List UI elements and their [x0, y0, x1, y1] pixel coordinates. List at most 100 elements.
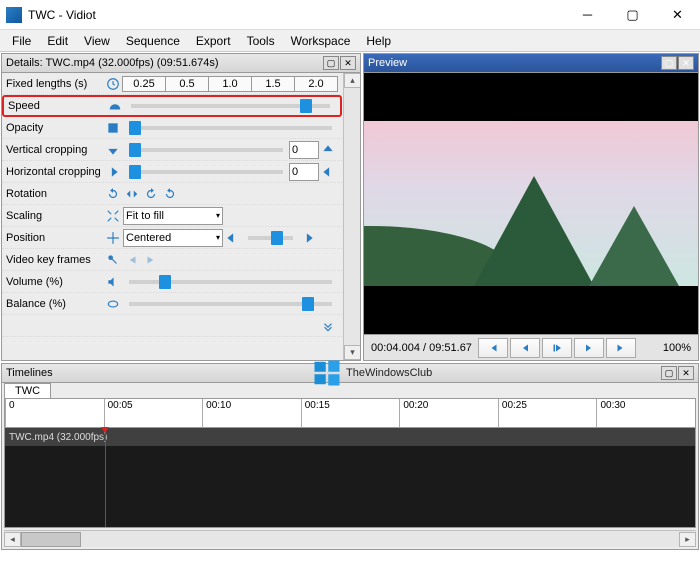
position-row: Position Centered▾: [2, 227, 342, 249]
vcrop-value[interactable]: [289, 141, 319, 159]
scale-icon[interactable]: [104, 207, 122, 225]
position-label: Position: [6, 232, 104, 244]
vcrop-label: Vertical cropping: [6, 144, 104, 156]
fixed-btn-4[interactable]: 2.0: [294, 76, 338, 92]
zoom-level: 100%: [659, 342, 695, 354]
scroll-up-icon[interactable]: ▴: [344, 73, 361, 88]
vcrop-row: Vertical cropping: [2, 139, 342, 161]
fixed-btn-3[interactable]: 1.5: [251, 76, 295, 92]
details-title: Details: TWC.mp4 (32.000fps) (09:51.674s…: [6, 57, 322, 69]
pane-close-icon[interactable]: ✕: [678, 366, 694, 380]
menu-workspace[interactable]: Workspace: [283, 34, 359, 48]
ruler-tick: 00:20: [399, 399, 498, 427]
window-title: TWC - Vidiot: [28, 8, 565, 22]
ruler-tick: 0: [5, 399, 104, 427]
volume-row: Volume (%): [2, 271, 342, 293]
transport-bar: 00:04.004 / 09:51.67 100%: [364, 334, 698, 360]
timecode: 00:04.004 / 09:51.67: [367, 342, 476, 354]
hcrop-label: Horizontal cropping: [6, 166, 104, 178]
ruler-tick: 00:30: [596, 399, 695, 427]
vcrop-top-slider[interactable]: [129, 148, 283, 152]
balance-slider[interactable]: [129, 302, 332, 306]
close-button[interactable]: ✕: [655, 0, 700, 30]
position-icon[interactable]: [104, 229, 122, 247]
volume-label: Volume (%): [6, 276, 104, 288]
position-slider[interactable]: [248, 236, 293, 240]
opacity-slider[interactable]: [129, 126, 332, 130]
expand-down-icon[interactable]: [319, 317, 337, 335]
video-viewport[interactable]: [364, 73, 698, 334]
pos-left-icon[interactable]: [223, 229, 241, 247]
menu-view[interactable]: View: [76, 34, 118, 48]
speed-slider[interactable]: [131, 104, 330, 108]
key-icon[interactable]: [104, 251, 122, 269]
flip-h-icon[interactable]: [123, 185, 141, 203]
chevron-down-icon: ▾: [216, 211, 220, 220]
speedometer-icon[interactable]: [106, 97, 124, 115]
menu-help[interactable]: Help: [358, 34, 399, 48]
more-row: [2, 315, 342, 337]
key-prev-icon[interactable]: [123, 251, 141, 269]
fixed-btn-2[interactable]: 1.0: [208, 76, 252, 92]
step-fwd-button[interactable]: [574, 338, 604, 358]
watermark-logo-icon: [312, 358, 342, 388]
menu-tools[interactable]: Tools: [239, 34, 283, 48]
fixed-btn-0[interactable]: 0.25: [122, 76, 166, 92]
left-arrow-icon[interactable]: [319, 163, 337, 181]
scaling-row: Scaling Fit to fill▾: [2, 205, 342, 227]
volume-slider[interactable]: [129, 280, 332, 284]
opacity-icon[interactable]: [104, 119, 122, 137]
key-next-icon[interactable]: [142, 251, 160, 269]
balance-icon[interactable]: [104, 295, 122, 313]
timeline-track[interactable]: TWC.mp4 (32.000fps): [4, 428, 696, 528]
timeline-hscroll[interactable]: ◂ ▸: [4, 530, 696, 547]
pos-right-icon[interactable]: [299, 229, 317, 247]
pane-close-icon[interactable]: ✕: [678, 56, 694, 70]
fixed-lengths-row: Fixed lengths (s) 0.25 0.5 1.0 1.5 2.0: [2, 73, 342, 95]
pane-max-icon[interactable]: ▢: [661, 56, 677, 70]
ruler-tick: 00:25: [498, 399, 597, 427]
pane-max-icon[interactable]: ▢: [323, 56, 339, 70]
rotation-row: Rotation: [2, 183, 342, 205]
position-combo[interactable]: Centered▾: [123, 229, 223, 247]
rotate-cw-icon[interactable]: [161, 185, 179, 203]
opacity-label: Opacity: [6, 122, 104, 134]
scaling-combo[interactable]: Fit to fill▾: [123, 207, 223, 225]
down-arrow-icon[interactable]: [104, 141, 122, 159]
hcrop-value[interactable]: [289, 163, 319, 181]
up-arrow-icon[interactable]: [319, 141, 337, 159]
playhead[interactable]: [105, 428, 106, 527]
timeline-ruler[interactable]: 0 00:05 00:10 00:15 00:20 00:25 00:30: [4, 398, 696, 428]
goto-start-button[interactable]: [478, 338, 508, 358]
scroll-left-icon[interactable]: ◂: [4, 532, 21, 547]
timeline-tab[interactable]: TWC: [4, 383, 51, 398]
fixed-btn-1[interactable]: 0.5: [165, 76, 209, 92]
scroll-right-icon[interactable]: ▸: [679, 532, 696, 547]
vkey-row: Video key frames: [2, 249, 342, 271]
scroll-thumb[interactable]: [21, 532, 81, 547]
right-arrow-icon[interactable]: [104, 163, 122, 181]
play-button[interactable]: [542, 338, 572, 358]
menu-edit[interactable]: Edit: [39, 34, 76, 48]
speed-row: Speed: [2, 95, 342, 117]
menu-file[interactable]: File: [4, 34, 39, 48]
titlebar: TWC - Vidiot ─ ▢ ✕: [0, 0, 700, 30]
details-vscroll[interactable]: ▴ ▾: [343, 73, 360, 360]
balance-row: Balance (%): [2, 293, 342, 315]
hcrop-left-slider[interactable]: [129, 170, 283, 174]
maximize-button[interactable]: ▢: [610, 0, 655, 30]
watermark: TheWindowsClub: [312, 358, 432, 388]
clock-icon[interactable]: [104, 75, 122, 93]
minimize-button[interactable]: ─: [565, 0, 610, 30]
menu-export[interactable]: Export: [188, 34, 239, 48]
opacity-row: Opacity: [2, 117, 342, 139]
rotate-left-icon[interactable]: [104, 185, 122, 203]
pane-close-icon[interactable]: ✕: [340, 56, 356, 70]
pane-max-icon[interactable]: ▢: [661, 366, 677, 380]
rotate-ccw-icon[interactable]: [142, 185, 160, 203]
goto-end-button[interactable]: [606, 338, 636, 358]
speaker-icon[interactable]: [104, 273, 122, 291]
step-back-button[interactable]: [510, 338, 540, 358]
scaling-label: Scaling: [6, 210, 104, 222]
menu-sequence[interactable]: Sequence: [118, 34, 188, 48]
